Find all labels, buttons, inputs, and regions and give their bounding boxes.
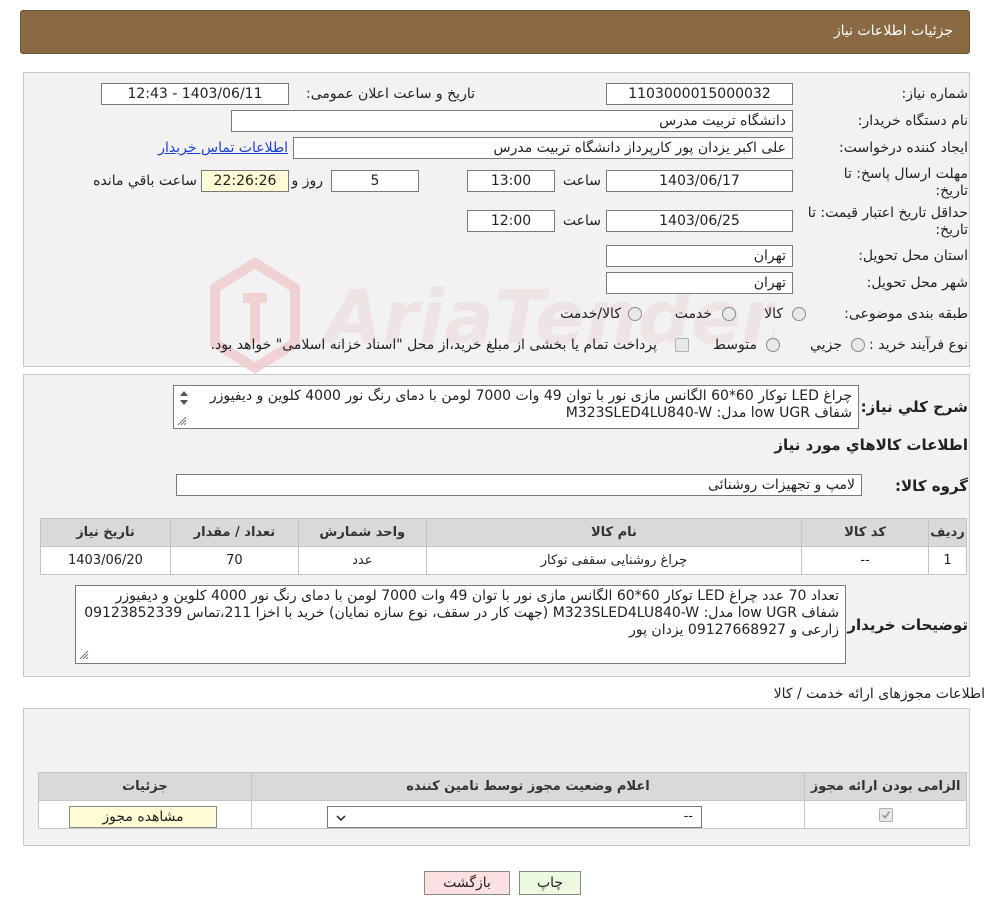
category-radio-goods[interactable]: [792, 307, 806, 321]
announce-label: تاریخ و ساعت اعلان عمومی:: [306, 86, 475, 102]
col-row: رديف: [928, 518, 967, 547]
deadline-label-date: تاریخ:: [935, 183, 968, 199]
goods-table-header: رديف کد کالا نام کالا واحد شمارش تعداد /…: [40, 518, 967, 547]
process-label: نوع فرآیند خرید :: [869, 337, 968, 353]
cell-code: --: [801, 546, 930, 575]
col-unit: واحد شمارش: [297, 518, 427, 547]
goods-section-title: اطلاعات كالاهاي مورد نياز: [774, 436, 968, 454]
buyer-org-label: نام دستگاه خریدار:: [857, 113, 968, 129]
licenses-table-header: الزامی بودن ارائه مجوز اعلام وضعیت مجوز …: [38, 772, 967, 801]
requester-label: ایجاد کننده درخواست:: [839, 140, 968, 156]
validity-date-field: 1403/06/25: [606, 210, 793, 232]
days-label: روز و: [291, 173, 324, 189]
process-radio-minor[interactable]: [851, 338, 865, 352]
category-label: طبقه بندی موضوعی:: [844, 306, 968, 322]
province-field: تهران: [606, 245, 793, 267]
validity-time-label: ساعت: [562, 213, 601, 229]
validity-time-field: 12:00: [467, 210, 555, 232]
col-details: جزئیات: [38, 772, 252, 801]
buyer-notes-label: توضیحات خریدار:: [841, 616, 968, 634]
validity-label-date: تاریخ:: [935, 222, 968, 238]
remaining-time-field: 22:26:26: [201, 170, 289, 192]
category-option-service: خدمت: [674, 306, 712, 322]
buyer-notes-line-3: زارعی و 09127668927 یزدان پور: [629, 622, 839, 638]
description-line-1: چراغ LED توکار 60*60 الگانس مازی نور با …: [209, 388, 852, 404]
announce-field: 1403/06/11 - 12:43: [101, 83, 289, 105]
table-row: 1 -- چراغ روشنایی سقفی توکار عدد 70 1403…: [40, 546, 967, 575]
view-license-button[interactable]: مشاهده مجوز: [69, 806, 217, 828]
buyer-org-field: دانشگاه تربیت مدرس: [231, 110, 793, 132]
buyer-notes-line-2: شفاف low UGR مدل: M323SLED4LU840-W (جهت …: [84, 605, 839, 621]
process-option-minor: جزيي: [810, 337, 842, 353]
goods-table: رديف کد کالا نام کالا واحد شمارش تعداد /…: [40, 518, 967, 575]
back-button[interactable]: بازگشت: [424, 871, 510, 895]
requester-field: علی اکبر یزدان پور کارپرداز دانشگاه تربی…: [293, 137, 793, 159]
resize-handle-icon[interactable]: [177, 416, 187, 426]
license-status-select[interactable]: --: [327, 806, 702, 828]
days-field: 5: [331, 170, 419, 192]
deadline-time-field: 13:00: [467, 170, 555, 192]
license-required-checkbox[interactable]: [878, 807, 893, 822]
cell-qty: 70: [169, 546, 299, 575]
city-field: تهران: [606, 272, 793, 294]
cell-unit: عدد: [297, 546, 427, 575]
col-code: کد کالا: [801, 518, 930, 547]
description-textarea[interactable]: چراغ LED توکار 60*60 الگانس مازی نور با …: [173, 385, 859, 429]
col-name: نام کالا: [425, 518, 803, 547]
city-label: شهر محل تحویل:: [866, 275, 968, 291]
licenses-section-title: اطلاعات مجوزهای ارائه خدمت / کالا: [773, 686, 985, 702]
category-radio-service[interactable]: [722, 307, 736, 321]
category-option-goods-service: کالا/خدمت: [560, 306, 621, 322]
license-status-value: --: [683, 809, 693, 824]
print-button[interactable]: چاپ: [519, 871, 581, 895]
need-number-label: شماره نیاز:: [901, 86, 969, 102]
col-status: اعلام وضعیت مجوز توسط تامین کننده: [250, 772, 806, 801]
col-qty: تعداد / مقدار: [169, 518, 299, 547]
cell-row: 1: [928, 546, 967, 575]
deadline-label: مهلت ارسال پاسخ: تا: [843, 166, 968, 182]
province-label: استان محل تحویل:: [858, 248, 968, 264]
treasury-checkbox[interactable]: [675, 338, 689, 352]
cell-date: 1403/06/20: [40, 546, 171, 575]
col-date: تاریخ نیاز: [40, 518, 171, 547]
scroll-arrows-icon[interactable]: [179, 390, 189, 406]
check-icon: [881, 810, 890, 819]
remaining-label: ساعت باقي مانده: [93, 173, 197, 189]
description-label: شرح كلي نياز:: [860, 398, 968, 416]
treasury-note: پرداخت تمام یا بخشی از مبلغ خرید،از محل …: [210, 337, 657, 353]
description-line-2: شفاف low UGR مدل: M323SLED4LU840-W: [565, 405, 852, 421]
need-number-field: 1103000015000032: [606, 83, 793, 105]
buyer-notes-line-1: تعداد 70 عدد چراغ LED توکار 60*60 الگانس…: [115, 588, 839, 604]
process-option-medium: متوسط: [713, 337, 757, 353]
cell-required: [804, 800, 967, 829]
col-required: الزامی بودن ارائه مجوز: [804, 772, 967, 801]
validity-label: حداقل تاریخ اعتبار قیمت: تا: [807, 205, 968, 221]
process-radio-medium[interactable]: [766, 338, 780, 352]
goods-group-field: لامپ و تجهیزات روشنائی: [176, 474, 862, 496]
goods-group-label: گروه کالا:: [895, 477, 968, 495]
cell-name: چراغ روشنایی سقفی توکار: [425, 546, 803, 575]
category-radio-goods-service[interactable]: [628, 307, 642, 321]
chevron-down-icon: [336, 815, 346, 821]
page-header: جزئیات اطلاعات نیاز: [20, 10, 970, 54]
category-option-goods: کالا: [764, 306, 783, 322]
resize-handle-icon[interactable]: [79, 650, 89, 660]
deadline-time-label: ساعت: [562, 173, 601, 189]
page-title: جزئیات اطلاعات نیاز: [833, 23, 953, 39]
deadline-date-field: 1403/06/17: [606, 170, 793, 192]
buyer-notes-textarea[interactable]: تعداد 70 عدد چراغ LED توکار 60*60 الگانس…: [75, 585, 846, 664]
buyer-contact-link[interactable]: اطلاعات تماس خریدار: [158, 140, 288, 156]
